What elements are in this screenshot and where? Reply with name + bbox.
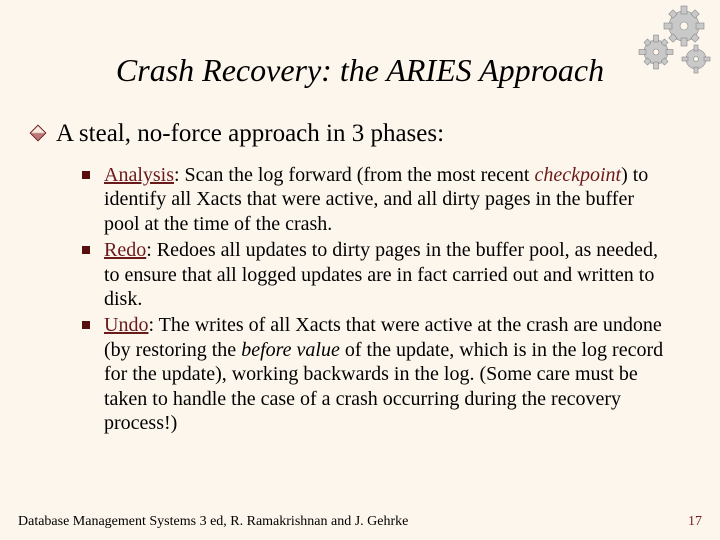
phase-name: Undo [104, 314, 148, 336]
phase-name: Redo [104, 239, 146, 261]
phase-list: Analysis: Scan the log forward (from the… [82, 163, 668, 435]
slide-title: Crash Recovery: the ARIES Approach [24, 52, 696, 89]
square-bullet-icon [82, 171, 90, 179]
list-item: Redo: Redoes all updates to dirty pages … [82, 238, 668, 311]
square-bullet-icon [82, 246, 90, 254]
list-item: Undo: The writes of all Xacts that were … [82, 313, 668, 435]
list-item: Analysis: Scan the log forward (from the… [82, 163, 668, 236]
footer-source: Database Management Systems 3 ed, R. Ram… [18, 514, 408, 530]
phase-text: : Scan the log forward (from the most re… [174, 164, 534, 186]
footer: Database Management Systems 3 ed, R. Ram… [18, 514, 702, 530]
phase-text: : Redoes all updates to dirty pages in t… [104, 239, 658, 310]
intro-text: A steal, no-force approach in 3 phases: [56, 119, 444, 149]
phase-analysis: Analysis: Scan the log forward (from the… [104, 163, 668, 236]
phase-name: Analysis [104, 164, 174, 186]
phase-redo: Redo: Redoes all updates to dirty pages … [104, 238, 668, 311]
phase-undo: Undo: The writes of all Xacts that were … [104, 313, 668, 435]
intro-bullet: A steal, no-force approach in 3 phases: [32, 119, 696, 149]
checkpoint-term: checkpoint [534, 164, 621, 186]
diamond-bullet-icon [30, 125, 47, 142]
page-number: 17 [688, 514, 702, 530]
before-value-term: before value [241, 339, 340, 361]
slide: Crash Recovery: the ARIES Approach A ste… [0, 0, 720, 540]
square-bullet-icon [82, 321, 90, 329]
